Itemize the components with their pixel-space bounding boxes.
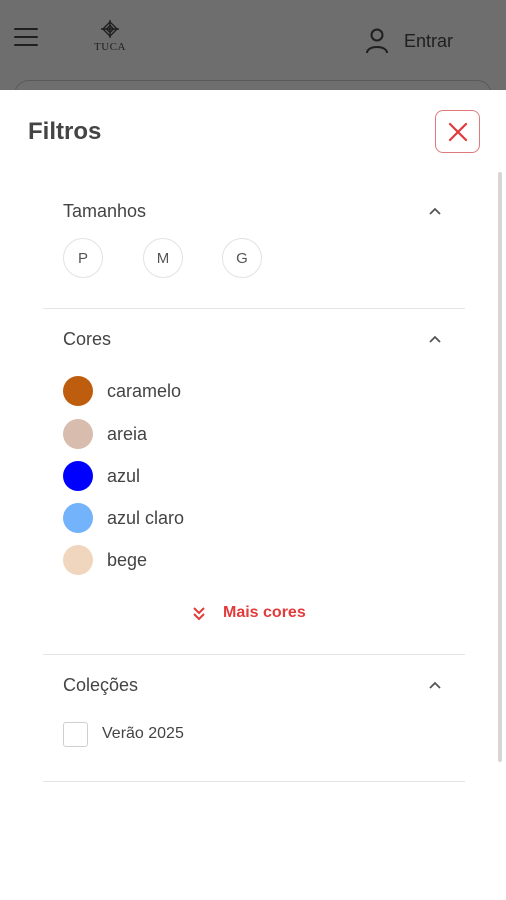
logo-emblem-icon (101, 20, 119, 38)
collections-section: Coleções Verão 2025 (43, 655, 465, 782)
logo-text: TUCA (94, 41, 126, 53)
chevron-up-icon[interactable] (428, 334, 442, 344)
close-icon (448, 122, 467, 141)
sizes-section: Tamanhos P M G (43, 180, 465, 309)
hamburger-menu-icon[interactable] (14, 28, 38, 52)
login-button[interactable]: Entrar (364, 26, 453, 56)
color-swatch (63, 419, 93, 449)
brand-logo[interactable]: TUCA (88, 18, 132, 64)
size-option-p[interactable]: P (63, 238, 103, 278)
color-swatch (63, 503, 93, 533)
color-label: bege (107, 549, 148, 570)
user-icon (366, 28, 388, 54)
collection-checkbox[interactable] (63, 721, 88, 747)
more-colors-label: Mais cores (223, 604, 306, 621)
chevron-up-icon[interactable] (428, 680, 442, 690)
collection-option-verao-2025[interactable]: Verão 2025 (63, 721, 184, 747)
double-chevron-down-icon (193, 607, 205, 621)
color-option-azul[interactable]: azul (63, 461, 140, 491)
colors-heading: Cores (63, 329, 112, 349)
color-option-bege[interactable]: bege (63, 545, 147, 575)
collection-label: Verão 2025 (102, 725, 184, 742)
collections-heading: Coleções (63, 675, 139, 695)
color-option-azul-claro[interactable]: azul claro (63, 503, 184, 533)
more-colors-button[interactable]: Mais cores (191, 603, 306, 623)
color-swatch (63, 376, 93, 406)
color-label: azul (107, 465, 141, 486)
site-header: TUCA Entrar (0, 0, 506, 110)
color-label: areia (107, 423, 148, 444)
color-swatch (63, 461, 93, 491)
color-option-areia[interactable]: areia (63, 419, 147, 449)
color-label: caramelo (107, 380, 182, 401)
size-option-g[interactable]: G (222, 238, 262, 278)
filters-drawer: Filtros Tamanhos P M G Cores caramelo ar… (0, 90, 506, 900)
drawer-title: Filtros (28, 118, 102, 145)
close-button[interactable] (435, 110, 480, 153)
chevron-up-icon[interactable] (428, 206, 442, 216)
color-label: azul claro (107, 507, 185, 528)
login-label: Entrar (404, 30, 454, 51)
size-option-m[interactable]: M (143, 238, 183, 278)
color-swatch (63, 545, 93, 575)
scrollbar[interactable] (498, 172, 502, 762)
color-option-caramelo[interactable]: caramelo (63, 376, 181, 406)
sizes-heading: Tamanhos (63, 201, 147, 221)
